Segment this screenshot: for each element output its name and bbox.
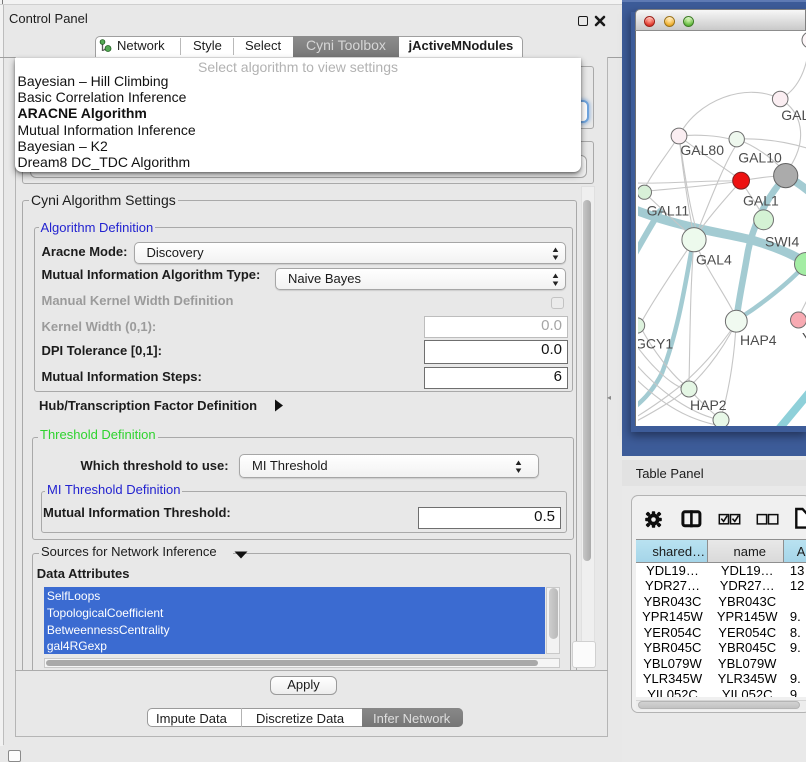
svg-text:GAL1: GAL1 — [743, 193, 779, 209]
svg-text:HAP4: HAP4 — [740, 332, 777, 348]
svg-text:GCY1: GCY1 — [638, 336, 673, 352]
svg-text:HAP2: HAP2 — [690, 397, 727, 413]
svg-text:GAL80: GAL80 — [680, 142, 724, 158]
svg-text:SWI4: SWI4 — [765, 234, 799, 250]
svg-text:GAL7: GAL7 — [781, 107, 806, 123]
svg-text:GAL10: GAL10 — [738, 150, 782, 166]
svg-text:GAL11: GAL11 — [646, 203, 689, 219]
svg-text:Y: Y — [802, 330, 806, 346]
svg-text:GAL4: GAL4 — [696, 252, 732, 268]
